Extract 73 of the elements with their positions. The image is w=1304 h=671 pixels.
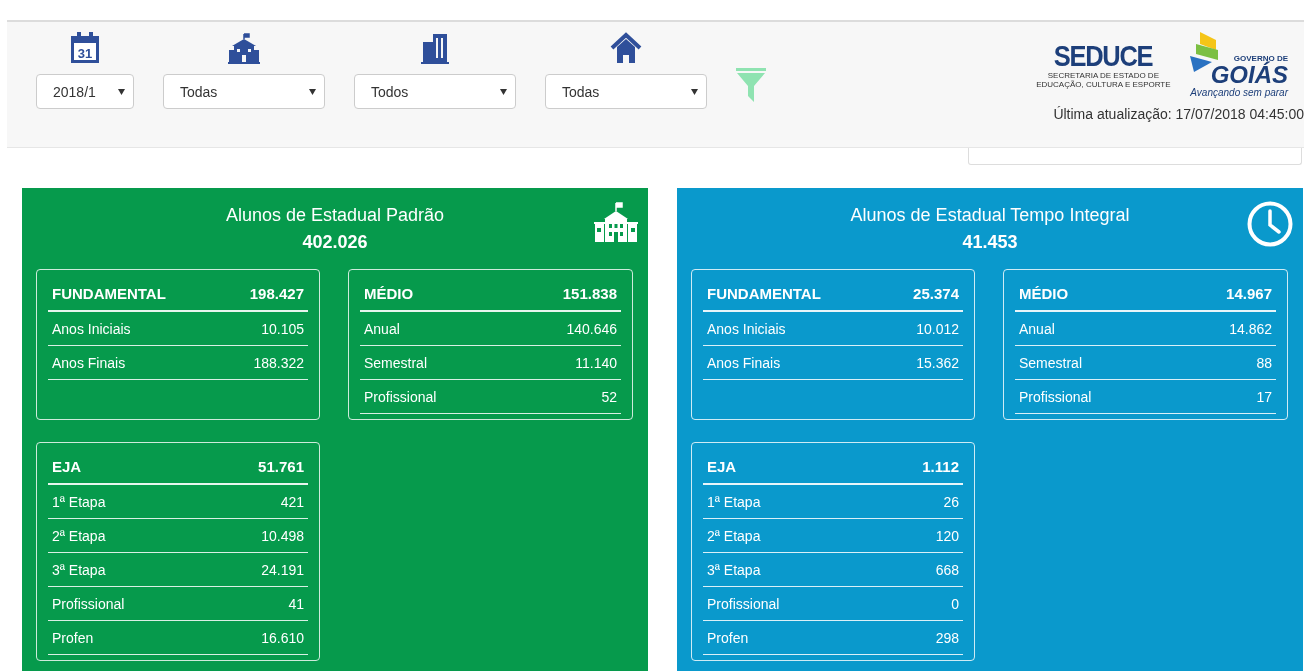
- row-label: Profen: [707, 629, 749, 646]
- row-value: 0: [951, 595, 959, 612]
- row-label: Anos Finais: [52, 354, 126, 371]
- row-value: 14.862: [1229, 320, 1272, 337]
- house-icon: [610, 32, 642, 64]
- row-value: 668: [935, 561, 959, 578]
- row-label: Anos Iniciais: [52, 320, 131, 337]
- clock-icon: [1247, 201, 1293, 247]
- group-total: 151.838: [562, 284, 617, 302]
- group-name: FUNDAMENTAL: [52, 284, 166, 302]
- row-value: 88: [1256, 354, 1272, 371]
- row-value: 120: [935, 527, 959, 544]
- row-label: Anual: [1019, 320, 1055, 337]
- seduce-logo: SEDUCE SECRETARIA DE ESTADO DE EDUCAÇÃO, CULTURA E ESPORTE: [1035, 40, 1172, 90]
- row-label: Profissional: [52, 595, 125, 612]
- group-total: 51.761: [258, 457, 304, 475]
- row-value: 24.191: [261, 561, 304, 578]
- row-value: 140.646: [566, 320, 617, 337]
- group-total: 25.374: [913, 284, 959, 302]
- group-name: EJA: [707, 457, 737, 475]
- filter-select[interactable]: Todos: [354, 74, 516, 109]
- row-value: 17: [1256, 388, 1272, 405]
- row-value: 16.610: [261, 629, 304, 646]
- group-total: 1.112: [922, 457, 959, 475]
- row-label: 3ª Etapa: [52, 561, 106, 578]
- caret-icon: [500, 88, 507, 95]
- row-label: Anos Iniciais: [707, 320, 786, 337]
- caret-icon: [691, 88, 698, 95]
- row-value: 41: [288, 595, 304, 612]
- group-total: 14.967: [1226, 284, 1272, 302]
- panel-total: 41.453: [962, 231, 1018, 253]
- row-label: Anual: [364, 320, 400, 337]
- caret-icon: [118, 88, 125, 95]
- row-value: 188.322: [253, 354, 304, 371]
- row-value: 11.140: [575, 354, 617, 371]
- building-icon: [421, 32, 449, 64]
- row-label: Profissional: [364, 388, 437, 405]
- filter-select[interactable]: 2018/1: [36, 74, 134, 109]
- row-value: 52: [601, 388, 617, 405]
- caret-icon: [309, 88, 316, 95]
- row-label: Profen: [52, 629, 94, 646]
- row-value: 10.012: [916, 320, 959, 337]
- row-value: 15.362: [916, 354, 959, 371]
- panel-title: Alunos de Estadual Padrão: [225, 204, 445, 226]
- panel-title: Alunos de Estadual Tempo Integral: [850, 204, 1130, 226]
- filter-icon[interactable]: [736, 68, 766, 102]
- panel-total: 402.026: [302, 231, 368, 253]
- row-value: 26: [943, 493, 959, 510]
- row-label: 2ª Etapa: [52, 527, 106, 544]
- school-icon: [594, 201, 638, 243]
- filter-select[interactable]: Todas: [163, 74, 325, 109]
- row-label: Semestral: [1019, 354, 1083, 371]
- row-label: 1ª Etapa: [707, 493, 761, 510]
- row-value: 421: [280, 493, 304, 510]
- row-label: 3ª Etapa: [707, 561, 761, 578]
- row-label: Profissional: [1019, 388, 1092, 405]
- group-name: FUNDAMENTAL: [707, 284, 821, 302]
- filter-select[interactable]: Todas: [545, 74, 707, 109]
- row-label: Semestral: [364, 354, 428, 371]
- group-name: MÉDIO: [1019, 284, 1069, 302]
- last-update-text: Última atualização: 17/07/2018 04:45:00: [1053, 106, 1304, 122]
- group-name: EJA: [52, 457, 82, 475]
- row-value: 10.105: [261, 320, 304, 337]
- row-label: Profissional: [707, 595, 780, 612]
- row-label: 1ª Etapa: [52, 493, 106, 510]
- row-value: 10.498: [261, 527, 304, 544]
- group-total: 198.427: [249, 284, 304, 302]
- row-value: 298: [935, 629, 959, 646]
- goias-logo: GOVERNO DE GOIÁS Avançando sem parar: [1190, 32, 1288, 98]
- row-label: Anos Finais: [707, 354, 781, 371]
- school-icon: [228, 32, 260, 64]
- row-label: 2ª Etapa: [707, 527, 761, 544]
- group-name: MÉDIO: [364, 284, 414, 302]
